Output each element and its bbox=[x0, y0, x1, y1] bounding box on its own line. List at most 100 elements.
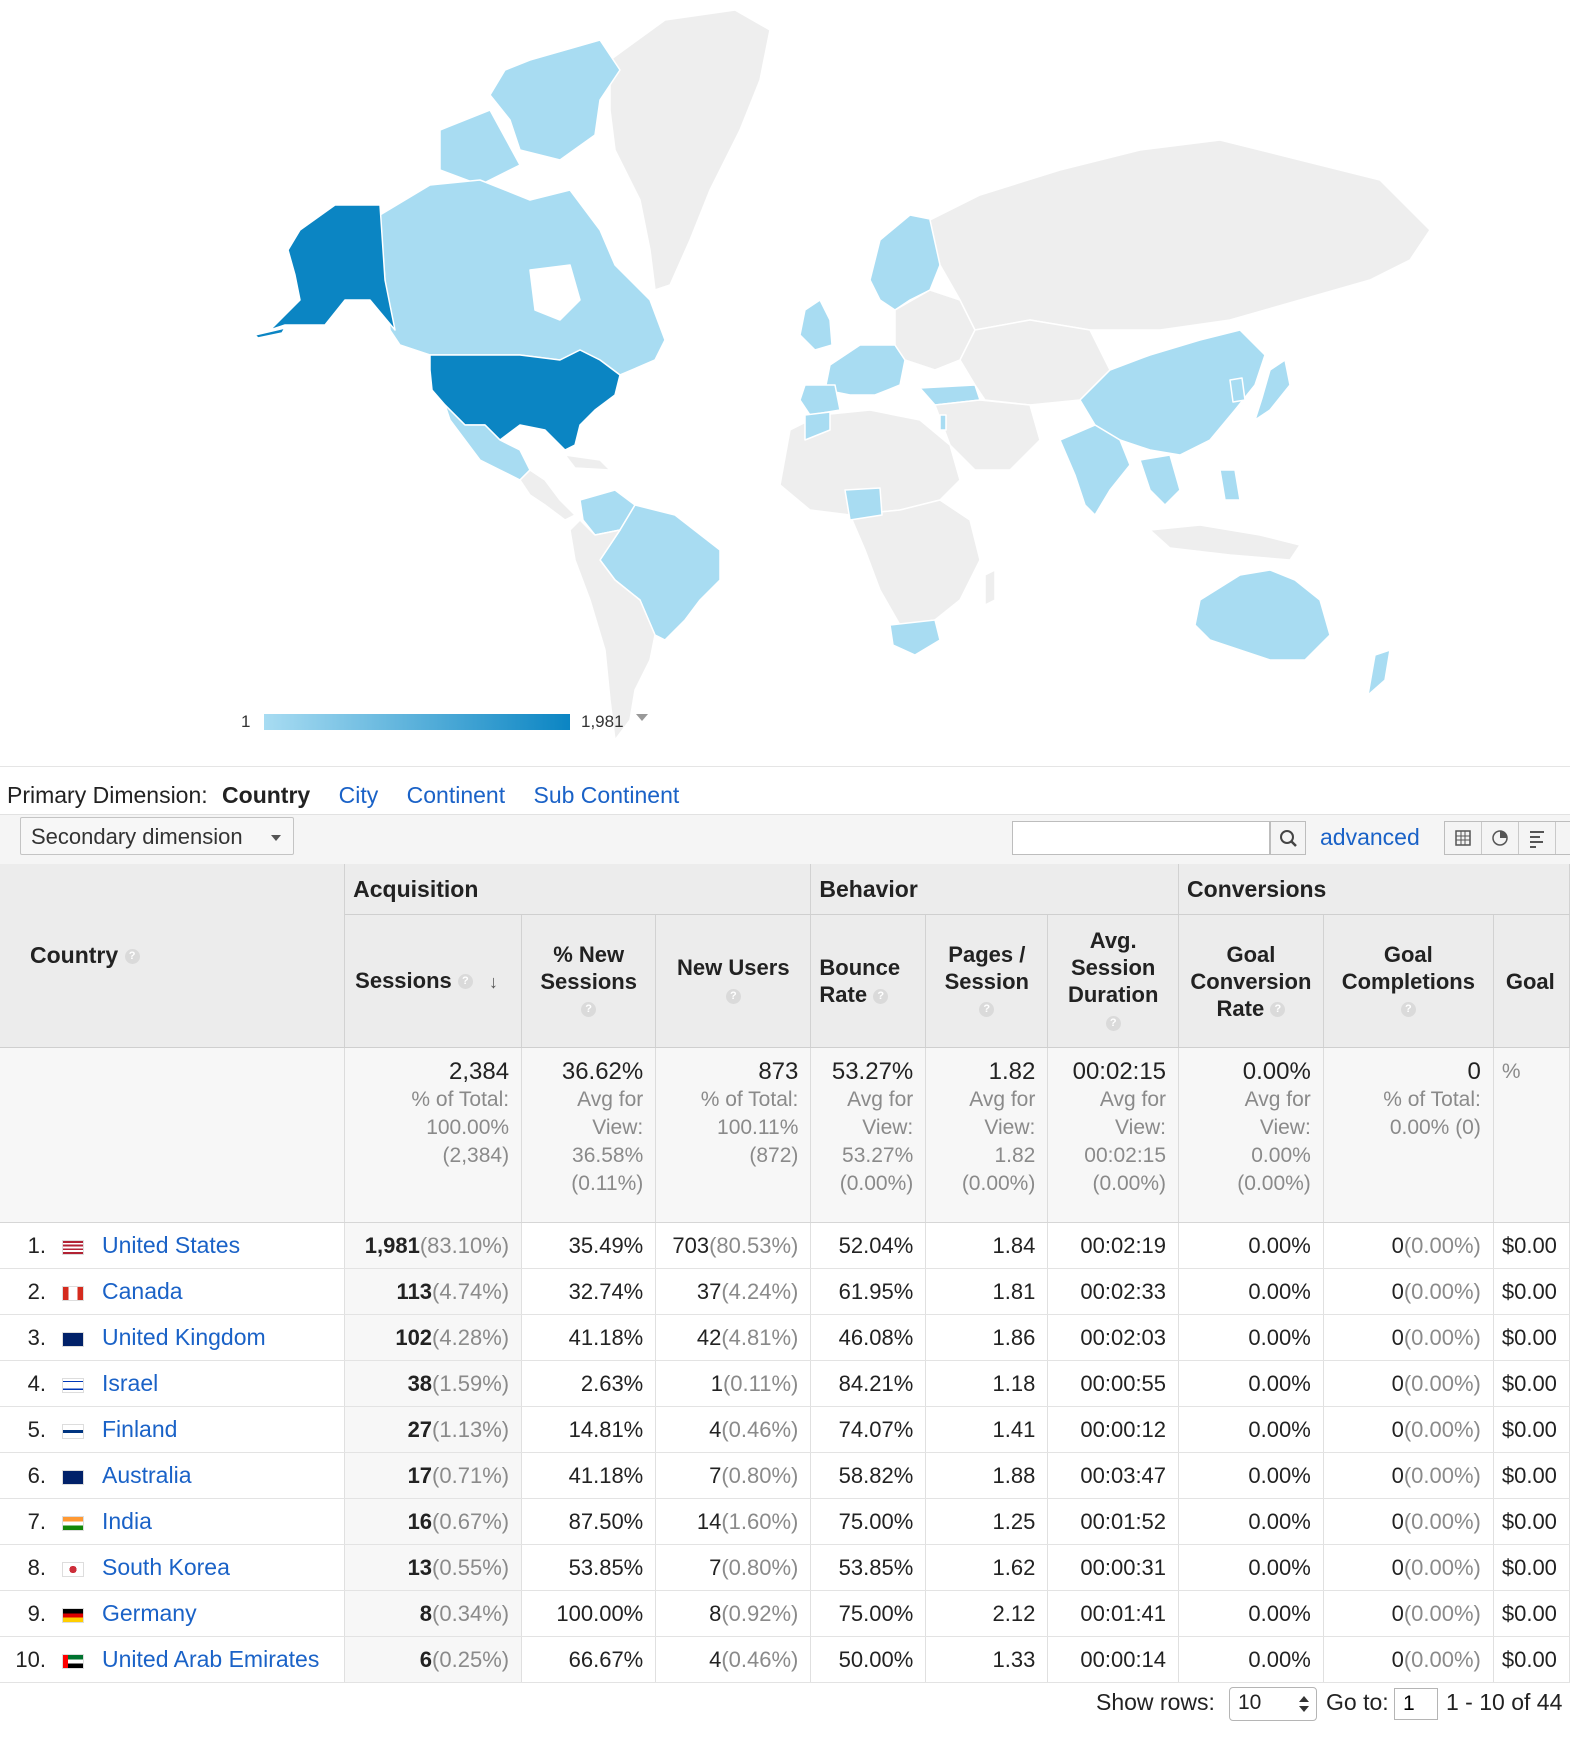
table-view-button[interactable] bbox=[1445, 822, 1482, 854]
region-indonesia[interactable] bbox=[1149, 524, 1301, 561]
region-spain[interactable] bbox=[799, 384, 841, 416]
region-south-africa[interactable] bbox=[889, 619, 941, 656]
cell-pages-session: 1.25 bbox=[925, 1498, 1049, 1545]
country-link[interactable]: United Kingdom bbox=[102, 1324, 266, 1350]
cell-avg-duration: 00:00:12 bbox=[1047, 1406, 1180, 1453]
region-russia[interactable] bbox=[929, 139, 1431, 331]
country-link[interactable]: South Korea bbox=[102, 1554, 230, 1580]
column-header-pages-session[interactable]: Pages / Session? bbox=[925, 914, 1049, 1048]
region-central-africa[interactable] bbox=[849, 499, 981, 626]
pagination: Show rows: bbox=[1096, 1689, 1215, 1716]
cell-pages-session: 1.33 bbox=[925, 1636, 1049, 1683]
table-row: 3. United Kingdom 102(4.28%) 41.18% 42(4.81%… bbox=[0, 1314, 1570, 1361]
new-users-percent: (4.24%) bbox=[721, 1278, 799, 1304]
cell-country: 5. Finland bbox=[0, 1406, 346, 1453]
region-canada-islands[interactable] bbox=[489, 39, 621, 161]
row-index: 2. bbox=[27, 1279, 46, 1304]
pie-view-button[interactable] bbox=[1482, 822, 1519, 854]
goal-completions-value: 0 bbox=[1391, 1646, 1404, 1672]
cell-bounce-rate: 75.00% bbox=[810, 1498, 927, 1545]
cell-country: 8. South Korea bbox=[0, 1544, 346, 1591]
cell-sessions: 16(0.67%) bbox=[344, 1498, 523, 1545]
cell-avg-duration: 00:00:55 bbox=[1047, 1360, 1180, 1407]
country-link[interactable]: Australia bbox=[102, 1462, 191, 1488]
primary-dimension-label: Primary Dimension: bbox=[7, 782, 208, 808]
region-israel[interactable] bbox=[939, 414, 947, 431]
cell-goal-conversion-rate: 0.00% bbox=[1178, 1544, 1324, 1591]
cell-goal-completions: 0(0.00%) bbox=[1323, 1452, 1494, 1499]
country-link[interactable]: Israel bbox=[102, 1370, 158, 1396]
cell-sessions: 113(4.74%) bbox=[344, 1268, 523, 1315]
column-header-new-sessions[interactable]: % New Sessions? bbox=[521, 914, 657, 1048]
new-users-value: 703 bbox=[672, 1232, 710, 1258]
dimension-link-sub-continent[interactable]: Sub Continent bbox=[533, 782, 679, 808]
performance-view-button[interactable] bbox=[1519, 822, 1556, 854]
secondary-dimension-label: Secondary dimension bbox=[31, 824, 243, 849]
region-se-asia[interactable] bbox=[1139, 454, 1181, 506]
column-header-new-users[interactable]: New Users? bbox=[655, 914, 812, 1048]
geo-map[interactable]: 1 1,981 bbox=[0, 0, 1570, 760]
cell-goal-completions: 0(0.00%) bbox=[1323, 1314, 1494, 1361]
region-canada[interactable] bbox=[379, 179, 666, 376]
country-link[interactable]: Finland bbox=[102, 1416, 177, 1442]
region-australia[interactable] bbox=[1194, 569, 1331, 661]
region-philippines[interactable] bbox=[1219, 469, 1241, 501]
cell-country: 3. United Kingdom bbox=[0, 1314, 346, 1361]
cell-goal-conversion-rate: 0.00% bbox=[1178, 1636, 1324, 1683]
goto-page-input[interactable] bbox=[1394, 1688, 1438, 1720]
region-uk[interactable] bbox=[799, 299, 833, 351]
cell-country: 4. Israel bbox=[0, 1360, 346, 1407]
cell-new-users: 703(80.53%) bbox=[655, 1222, 812, 1269]
region-canada-islands-2[interactable] bbox=[439, 109, 521, 186]
region-western-europe[interactable] bbox=[824, 344, 906, 396]
cell-avg-duration: 00:02:03 bbox=[1047, 1314, 1180, 1361]
cell-new-users: 7(0.80%) bbox=[655, 1544, 812, 1591]
country-link[interactable]: United States bbox=[102, 1232, 240, 1258]
goal-completions-value: 0 bbox=[1391, 1324, 1404, 1350]
column-header-sessions[interactable]: Sessions ? ↓ bbox=[344, 914, 523, 1048]
region-caribbean[interactable] bbox=[564, 454, 611, 471]
table-search-input[interactable] bbox=[1012, 821, 1270, 855]
advanced-filter-link[interactable]: advanced bbox=[1320, 824, 1420, 851]
region-nigeria[interactable] bbox=[844, 487, 883, 521]
total-pages-session: 1.82 Avg for View: 1.82 (0.00%) bbox=[925, 1047, 1049, 1223]
region-new-zealand[interactable] bbox=[1367, 649, 1391, 696]
goto-label: Go to: bbox=[1326, 1689, 1389, 1715]
country-link[interactable]: Canada bbox=[102, 1278, 183, 1304]
region-greenland[interactable] bbox=[609, 9, 771, 291]
column-header-goal-value[interactable]: Goal bbox=[1493, 914, 1570, 1048]
divider bbox=[0, 766, 1570, 767]
column-header-goal-conversion-rate[interactable]: Goal Conversion Rate ? bbox=[1178, 914, 1324, 1048]
flag-icon bbox=[62, 1561, 84, 1577]
new-users-value: 37 bbox=[696, 1278, 722, 1304]
cell-goal-completions: 0(0.00%) bbox=[1323, 1406, 1494, 1453]
cell-pages-session: 1.18 bbox=[925, 1360, 1049, 1407]
new-users-value: 4 bbox=[709, 1416, 722, 1442]
dimension-link-continent[interactable]: Continent bbox=[407, 782, 505, 808]
region-usa[interactable] bbox=[429, 349, 621, 451]
show-rows-select[interactable]: 10 bbox=[1229, 1687, 1317, 1721]
dimension-link-city[interactable]: City bbox=[339, 782, 379, 808]
region-central-america[interactable] bbox=[519, 469, 576, 521]
column-header-country[interactable]: Country ? bbox=[0, 864, 346, 1048]
help-icon: ? bbox=[1270, 1002, 1286, 1018]
region-alaska[interactable] bbox=[269, 204, 396, 331]
cell-sessions: 1,981(83.10%) bbox=[344, 1222, 523, 1269]
cell-bounce-rate: 74.07% bbox=[810, 1406, 927, 1453]
column-header-avg-session-duration[interactable]: Avg. Session Duration? bbox=[1047, 914, 1180, 1048]
world-map[interactable] bbox=[0, 0, 1570, 760]
country-link[interactable]: United Arab Emirates bbox=[102, 1646, 319, 1672]
chevron-down-icon bbox=[271, 835, 281, 841]
secondary-dimension-dropdown[interactable]: Secondary dimension bbox=[20, 817, 294, 855]
search-button[interactable] bbox=[1270, 821, 1306, 855]
region-korea[interactable] bbox=[1229, 377, 1246, 403]
cell-new-sessions: 35.49% bbox=[521, 1222, 657, 1269]
country-link[interactable]: Germany bbox=[102, 1600, 197, 1626]
region-madagascar[interactable] bbox=[984, 569, 996, 606]
row-index: 3. bbox=[27, 1325, 46, 1350]
country-link[interactable]: India bbox=[102, 1508, 152, 1534]
column-header-bounce-rate[interactable]: Bounce Rate ? bbox=[810, 914, 927, 1048]
column-header-goal-completions[interactable]: Goal Completions? bbox=[1323, 914, 1494, 1048]
cell-goal-value: $0.00 bbox=[1493, 1544, 1570, 1591]
goal-completions-value: 0 bbox=[1391, 1232, 1404, 1258]
